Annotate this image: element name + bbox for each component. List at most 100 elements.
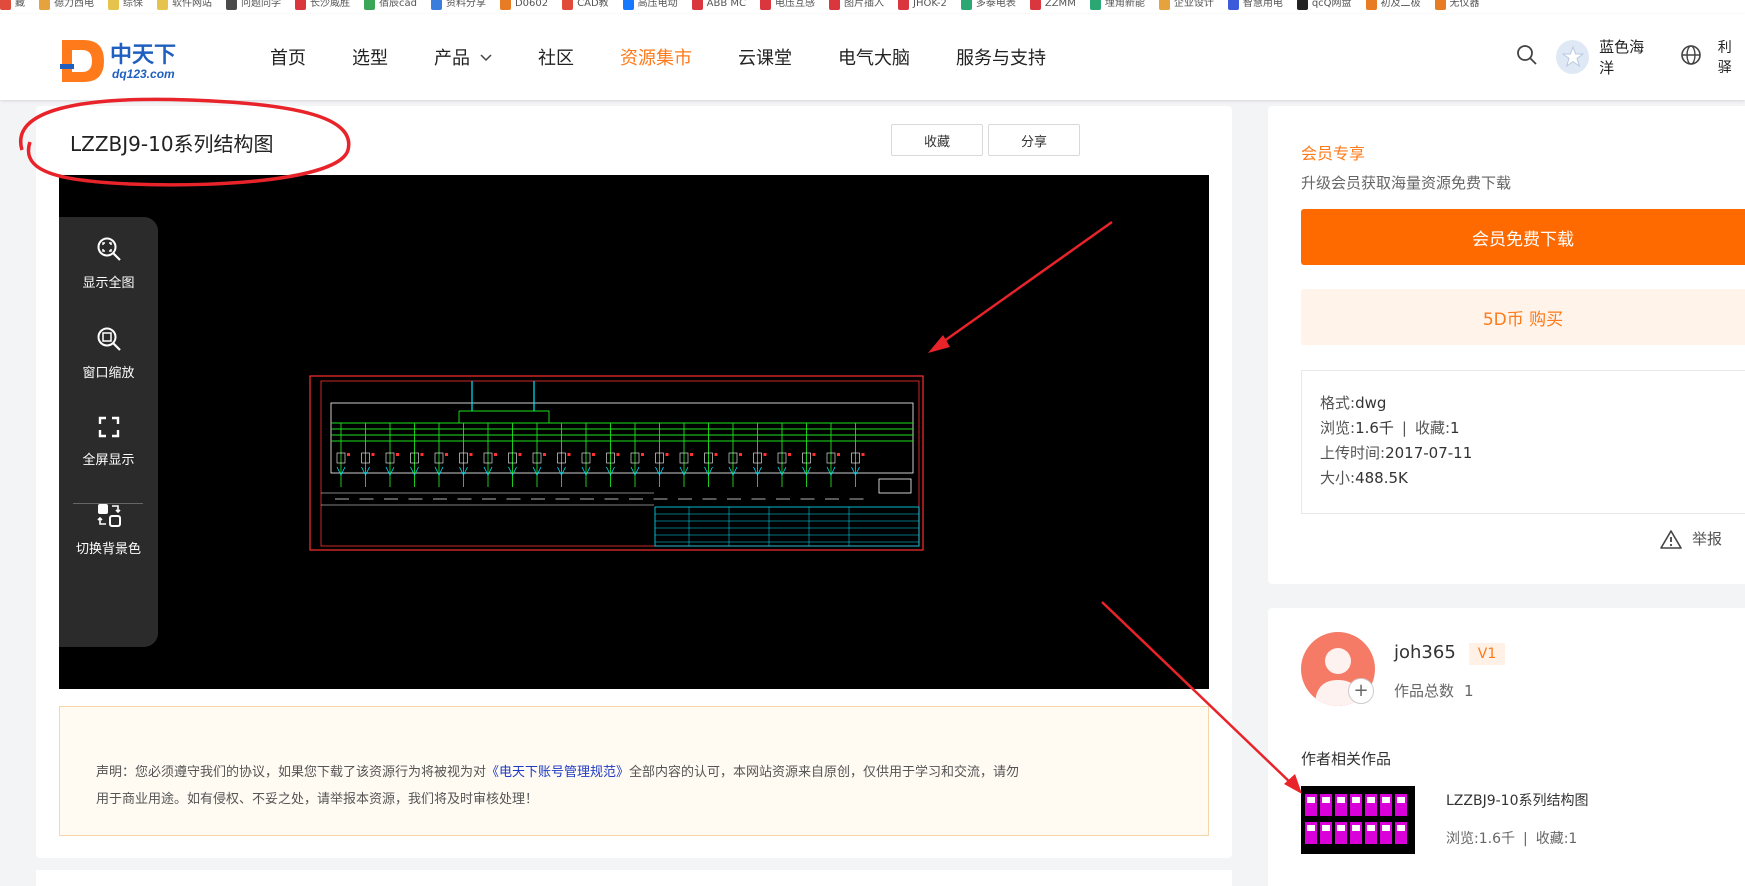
- bookmark-label: D0602: [514, 0, 549, 9]
- bookmark-label: 德力西电: [54, 0, 94, 9]
- nav-label: 社区: [538, 48, 574, 69]
- bookmark-item[interactable]: 初及二极: [1365, 0, 1421, 11]
- bookmark-favicon-icon: [562, 0, 574, 10]
- bookmark-item[interactable]: 宿辰cad: [364, 0, 417, 11]
- bookmark-favicon-icon: [1296, 0, 1308, 10]
- meta-format: 格式:dwg: [1320, 394, 1387, 412]
- viewer-toolbar: 显示全图 窗口缩放 全屏显示 切换背景色: [59, 217, 158, 647]
- resource-card: LZZBJ9-10系列结构图 收藏 分享 显示全图 窗口缩放 全屏显示 切换背景…: [36, 106, 1232, 858]
- nav-item[interactable]: 资源集市: [620, 44, 692, 70]
- share-button[interactable]: 分享: [988, 124, 1080, 156]
- bookmark-item[interactable]: 藏: [0, 0, 25, 11]
- bookmark-label: ABB MC: [706, 0, 747, 9]
- report-button[interactable]: 举报: [1660, 528, 1722, 549]
- bookmark-item[interactable]: 德力西电: [39, 0, 94, 11]
- meta-size: 大小:488.5K: [1320, 469, 1408, 487]
- bookmark-item[interactable]: 高压电动: [622, 0, 678, 11]
- bookmark-item[interactable]: 无仪器: [1434, 0, 1480, 11]
- author-level-badge: V1: [1469, 643, 1505, 665]
- bookmark-favicon-icon: [1158, 0, 1170, 10]
- nav-item[interactable]: 电气大脑: [838, 44, 910, 70]
- nav-item[interactable]: 服务与支持: [956, 44, 1046, 70]
- bookmark-label: 多泰电表: [975, 0, 1016, 9]
- nav-item[interactable]: 云课堂: [738, 44, 792, 70]
- tool-fit-view[interactable]: 显示全图: [59, 217, 158, 309]
- bookmark-item[interactable]: qcQ网盘: [1296, 0, 1352, 11]
- bookmark-item[interactable]: 图片插入: [829, 0, 884, 11]
- vip-download-button[interactable]: 会员免费下载: [1301, 209, 1745, 265]
- bookmark-item[interactable]: 企业设计: [1158, 0, 1214, 11]
- bookmark-favicon-icon: [1227, 0, 1239, 10]
- nav-item[interactable]: 产品: [434, 44, 492, 70]
- bookmark-item[interactable]: 资料分享: [430, 0, 486, 11]
- bookmark-label: 埋角新能: [1104, 0, 1145, 9]
- bookmark-item[interactable]: ABB MC: [691, 0, 747, 11]
- tool-fullscreen[interactable]: 全屏显示: [59, 395, 158, 487]
- bookmark-item[interactable]: 问题同学: [226, 0, 281, 11]
- tool-label: 全屏显示: [82, 452, 135, 468]
- bookmark-label: 综保: [123, 0, 143, 9]
- bookmark-favicon-icon: [691, 0, 703, 10]
- bookmark-label: qcQ网盘: [1311, 0, 1352, 9]
- bookmark-label: 初及二极: [1380, 0, 1421, 9]
- cad-drawing-image: [309, 375, 924, 551]
- bookmark-item[interactable]: 长沙威胜: [295, 0, 350, 11]
- bookmark-favicon-icon: [226, 0, 237, 10]
- nav-label: 云课堂: [738, 48, 792, 69]
- bookmark-favicon-icon: [39, 0, 50, 10]
- bookmark-favicon-icon: [1434, 0, 1446, 10]
- cad-preview-canvas[interactable]: 显示全图 窗口缩放 全屏显示 切换背景色: [59, 175, 1209, 689]
- author-name[interactable]: joh365: [1394, 642, 1456, 663]
- bookmark-item[interactable]: ZZMM: [1029, 0, 1076, 11]
- related-work-thumbnail[interactable]: [1301, 786, 1415, 854]
- nav-item[interactable]: 首页: [270, 44, 306, 70]
- bookmark-item[interactable]: 埋角新能: [1089, 0, 1145, 11]
- bookmark-item[interactable]: 多泰电表: [960, 0, 1016, 11]
- bookmark-item[interactable]: 综保: [108, 0, 143, 11]
- bookmark-label: 资料分享: [445, 0, 486, 9]
- nav-item[interactable]: 选型: [352, 44, 388, 70]
- logo-subtext: dq123.com: [112, 67, 175, 81]
- globe-icon[interactable]: [1680, 44, 1702, 70]
- bookmark-favicon-icon: [1365, 0, 1377, 10]
- user-avatar[interactable]: [1556, 40, 1590, 74]
- bookmark-label: 软件网站: [172, 0, 212, 9]
- favorite-button[interactable]: 收藏: [891, 124, 983, 156]
- bookmark-favicon-icon: [499, 0, 511, 10]
- bookmark-item[interactable]: JHOK-2: [898, 0, 947, 11]
- bookmark-label: 无仪器: [1449, 0, 1480, 9]
- header-more-link[interactable]: 利驿: [1718, 37, 1745, 77]
- nav-label: 资源集市: [620, 48, 692, 69]
- buy-with-coins-button[interactable]: 5D币 购买: [1301, 289, 1745, 345]
- search-icon[interactable]: [1516, 44, 1538, 70]
- disclaimer-notice: 声明：您必须遵守我们的协议，如果您下载了该资源行为将被视为对《电天下账号管理规范…: [59, 706, 1209, 836]
- tool-switch-background[interactable]: 切换背景色: [59, 483, 158, 575]
- bookmark-item[interactable]: CAD教: [562, 0, 609, 11]
- bookmark-item[interactable]: 智慧用电: [1227, 0, 1283, 11]
- bookmark-favicon-icon: [108, 0, 119, 10]
- account-policy-link[interactable]: 《电天下账号管理规范》: [486, 765, 629, 780]
- related-work-title[interactable]: LZZBJ9-10系列结构图: [1446, 790, 1589, 810]
- bookmark-label: 藏: [15, 0, 25, 9]
- bookmark-favicon-icon: [364, 0, 375, 10]
- tool-window-zoom[interactable]: 窗口缩放: [59, 307, 158, 399]
- file-meta: 格式:dwg 浏览:1.6千 | 收藏:1 上传时间:2017-07-11 大小:4…: [1301, 370, 1745, 514]
- bookmark-item[interactable]: D0602: [499, 0, 549, 11]
- site-logo[interactable]: 中天下 dq123.com: [58, 36, 208, 86]
- related-work-stats: 浏览:1.6千 | 收藏:1: [1446, 831, 1578, 847]
- site-header: 中天下 dq123.com 首页 选型 产品 社区 资源集市 云课堂 电气大脑 服务与支持 蓝…: [0, 14, 1745, 100]
- bookmark-label: JHOK-2: [913, 0, 947, 9]
- follow-plus-icon[interactable]: +: [1348, 678, 1374, 704]
- nav-item[interactable]: 社区: [538, 44, 574, 70]
- nav-label: 电气大脑: [838, 48, 910, 69]
- username[interactable]: 蓝色海洋: [1599, 36, 1658, 78]
- nav-label: 首页: [270, 48, 306, 69]
- fullscreen-icon: [98, 416, 119, 437]
- header-right: 蓝色海洋 利驿: [1516, 14, 1745, 100]
- chevron-down-icon: [480, 54, 492, 62]
- logo-text: 中天下: [110, 42, 176, 67]
- bookmark-item[interactable]: 电压互感: [760, 0, 815, 11]
- bookmark-item[interactable]: 软件网站: [157, 0, 212, 11]
- main-nav: 首页 选型 产品 社区 资源集市 云课堂 电气大脑 服务与支持: [270, 14, 1092, 100]
- notice-text: 声明：您必须遵守我们的协议，如果您下载了该资源行为将被视为对: [96, 765, 487, 780]
